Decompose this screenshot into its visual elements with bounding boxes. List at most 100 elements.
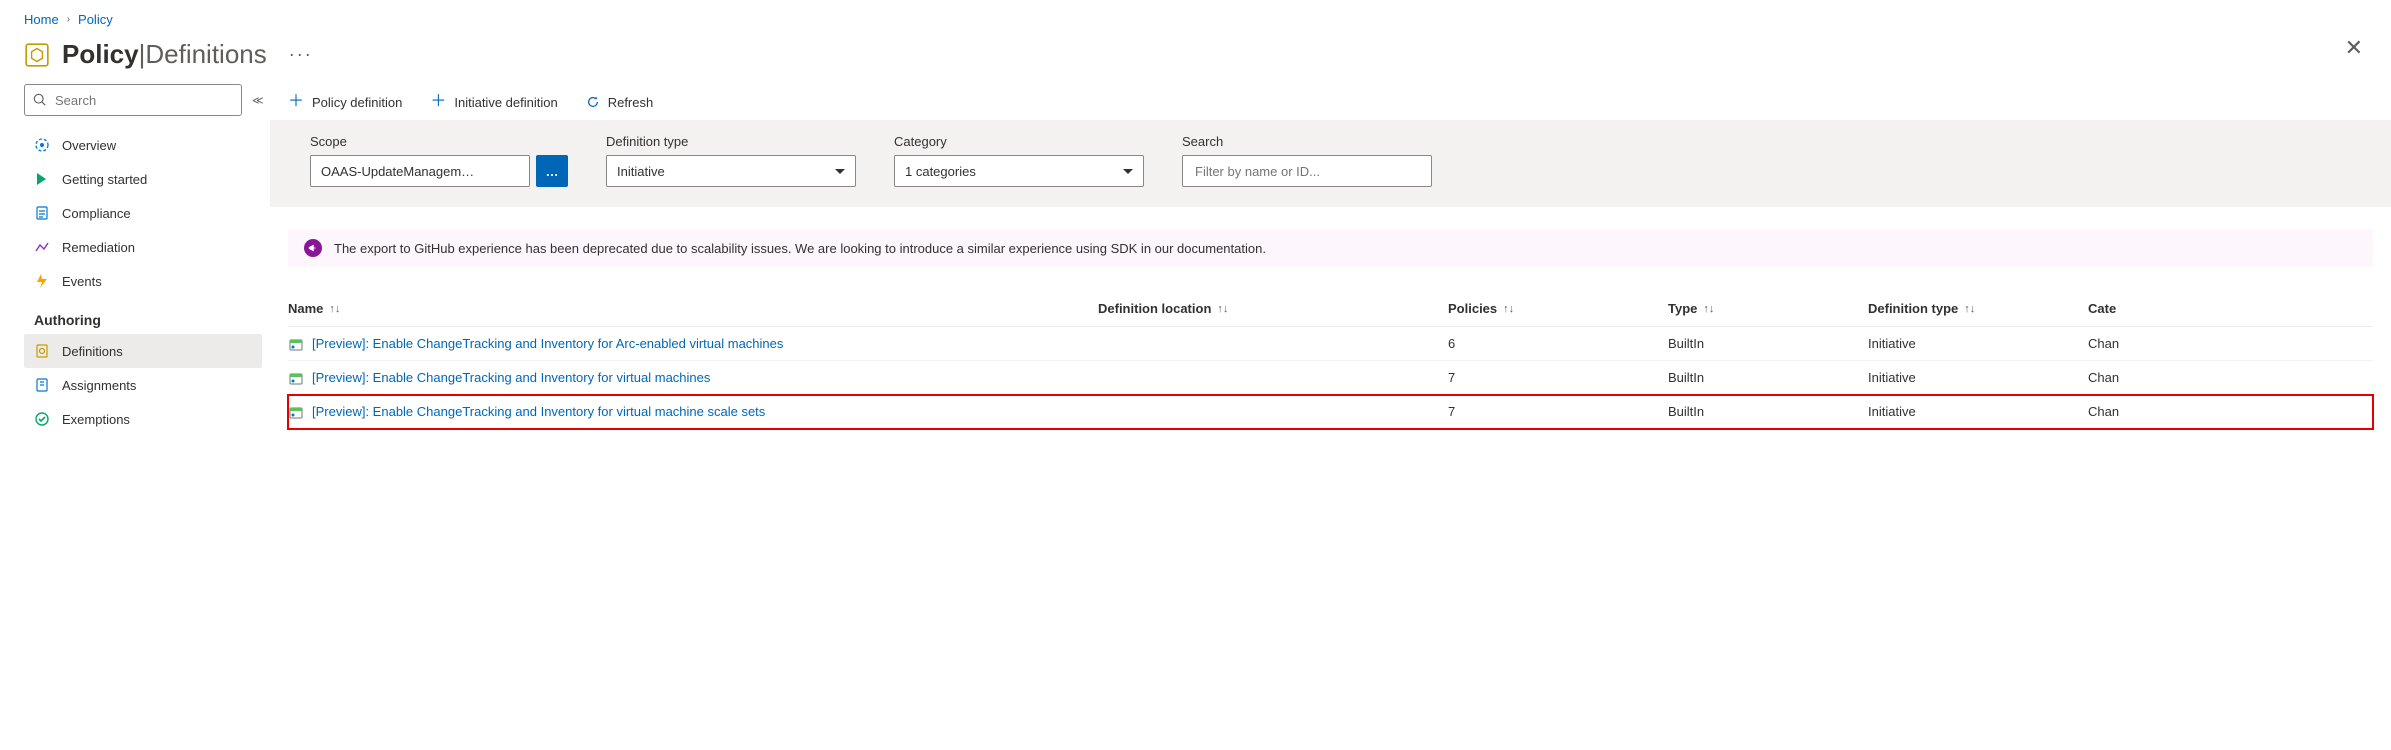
table-row[interactable]: [Preview]: Enable ChangeTracking and Inv… [288,327,2373,361]
toolbar: ＋ Policy definition ＋ Initiative definit… [270,84,2391,120]
definition-link[interactable]: [Preview]: Enable ChangeTracking and Inv… [312,404,765,419]
sidebar-item-remediation[interactable]: Remediation [24,230,262,264]
refresh-button[interactable]: Refresh [586,95,654,110]
filter-bar: Scope OAAS-UpdateManagem… … Definition t… [270,120,2391,207]
scope-picker-button[interactable]: … [536,155,568,187]
column-location[interactable]: Definition location ↑↓ [1098,301,1448,316]
add-initiative-definition-button[interactable]: ＋ Initiative definition [430,94,557,110]
nav-item-label: Events [62,274,102,289]
events-icon [34,273,50,289]
remediation-icon [34,239,50,255]
cell-category: Chan [2088,404,2373,419]
filter-scope-label: Scope [310,134,568,149]
chevron-right-icon: › [67,14,70,25]
refresh-icon [586,95,600,109]
definition-link[interactable]: [Preview]: Enable ChangeTracking and Inv… [312,336,783,351]
filter-deftype-dropdown[interactable]: Initiative [606,155,856,187]
nav-item-label: Remediation [62,240,135,255]
nav-item-label: Assignments [62,378,136,393]
table-row[interactable]: [Preview]: Enable ChangeTracking and Inv… [288,361,2373,395]
sort-icon: ↑↓ [329,303,340,315]
cell-policies: 7 [1448,404,1668,419]
nav-item-label: Exemptions [62,412,130,427]
table-header: Name↑↓ Definition location↑↓ Policies↑↓ … [288,291,2373,327]
filter-search-label: Search [1182,134,1432,149]
filter-search-field[interactable] [1182,155,1432,187]
add-policy-definition-button[interactable]: ＋ Policy definition [288,94,402,110]
sidebar-collapse-icon[interactable]: ≪ [252,94,264,107]
sidebar-item-overview[interactable]: Overview [24,128,262,162]
nav-item-label: Definitions [62,344,123,359]
column-policies[interactable]: Policies ↑↓ [1448,301,1668,316]
sidebar-search[interactable] [24,84,242,116]
megaphone-icon [304,239,322,257]
more-menu-button[interactable]: ··· [289,44,313,65]
column-deftype-label: Definition type [1868,301,1958,316]
nav-item-label: Getting started [62,172,147,187]
exemptions-icon [34,411,50,427]
filter-deftype-value: Initiative [617,164,665,179]
title-bar: Policy | Definitions ··· ✕ [0,35,2391,84]
notice-text: The export to GitHub experience has been… [334,241,1266,256]
cell-category: Chan [2088,336,2373,351]
filter-scope-field[interactable]: OAAS-UpdateManagem… [310,155,530,187]
sidebar-item-assignments[interactable]: Assignments [24,368,262,402]
deprecation-notice: The export to GitHub experience has been… [288,229,2373,267]
sidebar: ≪ Overview Getting started Compliance Remed… [0,84,270,436]
cell-type: BuiltIn [1668,404,1868,419]
sidebar-search-input[interactable] [53,92,233,109]
compliance-icon [34,205,50,221]
column-name-label: Name [288,301,323,316]
sidebar-item-exemptions[interactable]: Exemptions [24,402,262,436]
policy-service-icon [24,42,50,68]
sidebar-item-compliance[interactable]: Compliance [24,196,262,230]
sidebar-section-authoring: Authoring [24,298,262,334]
column-policies-label: Policies [1448,301,1497,316]
column-category[interactable]: Cate [2088,301,2373,316]
sidebar-item-definitions[interactable]: Definitions [24,334,262,368]
search-icon [33,93,47,107]
initiative-icon [288,404,304,420]
cell-deftype: Initiative [1868,336,2088,351]
definition-link[interactable]: [Preview]: Enable ChangeTracking and Inv… [312,370,710,385]
sort-icon: ↑↓ [1503,303,1514,315]
page-title-sep: | [139,39,146,70]
breadcrumb-home[interactable]: Home [24,12,59,27]
sidebar-item-getting-started[interactable]: Getting started [24,162,262,196]
column-deftype[interactable]: Definition type ↑↓ [1868,301,2088,316]
cell-type: BuiltIn [1668,336,1868,351]
nav-item-label: Compliance [62,206,131,221]
table-row[interactable]: [Preview]: Enable ChangeTracking and Inv… [288,395,2373,429]
sort-icon: ↑↓ [1964,303,1975,315]
column-type[interactable]: Type ↑↓ [1668,301,1868,316]
cell-deftype: Initiative [1868,404,2088,419]
sort-icon: ↑↓ [1703,303,1714,315]
page-title-main: Policy [62,39,139,70]
close-icon[interactable]: ✕ [2345,35,2363,61]
column-name[interactable]: Name ↑↓ [288,301,1098,316]
definitions-table: Name↑↓ Definition location↑↓ Policies↑↓ … [288,291,2373,429]
definitions-icon [34,343,50,359]
cell-deftype: Initiative [1868,370,2088,385]
initiative-icon [288,336,304,352]
breadcrumb: Home › Policy [0,0,2391,35]
column-type-label: Type [1668,301,1697,316]
initiative-icon [288,370,304,386]
filter-search-input[interactable] [1193,163,1421,180]
filter-category-label: Category [894,134,1144,149]
nav-item-label: Overview [62,138,116,153]
cell-policies: 7 [1448,370,1668,385]
sort-icon: ↑↓ [1217,303,1228,315]
toolbar-refresh-label: Refresh [608,95,654,110]
column-location-label: Definition location [1098,301,1211,316]
filter-category-dropdown[interactable]: 1 categories [894,155,1144,187]
cell-type: BuiltIn [1668,370,1868,385]
getting-started-icon [34,171,50,187]
assignments-icon [34,377,50,393]
filter-scope-value: OAAS-UpdateManagem… [321,164,474,179]
filter-category-value: 1 categories [905,164,976,179]
cell-category: Chan [2088,370,2373,385]
sidebar-item-events[interactable]: Events [24,264,262,298]
toolbar-policy-def-label: Policy definition [312,95,402,110]
breadcrumb-policy[interactable]: Policy [78,12,113,27]
